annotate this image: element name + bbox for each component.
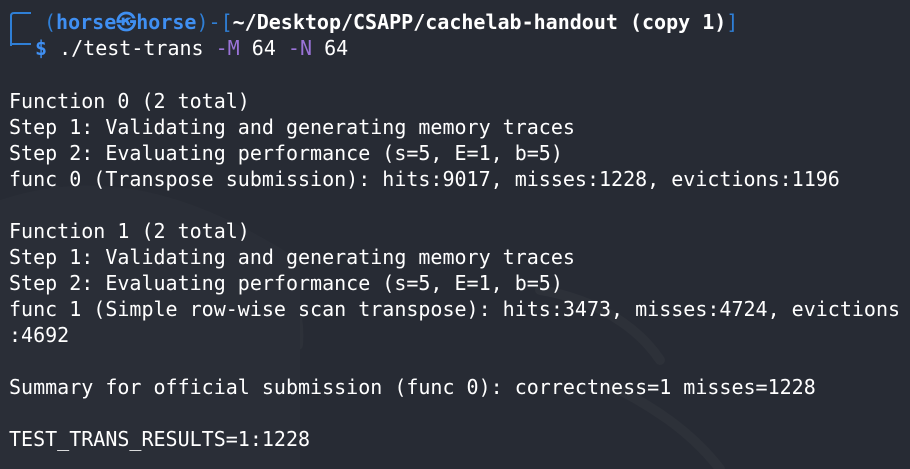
output-line: TEST_TRANS_RESULTS=1:1228 (9, 427, 311, 451)
prompt-command-line[interactable]: $ ./test-trans -M 64 -N 64 (35, 35, 348, 61)
command-value-n: 64 (324, 36, 349, 60)
prompt-close-bracket: ] (726, 10, 739, 34)
command-name: ./test-trans (59, 36, 204, 60)
command-flag-m: -M (215, 36, 240, 60)
prompt-user: horse (56, 10, 117, 34)
output-line: Step 1: Validating and generating memory… (9, 245, 575, 269)
output-line: Summary for official submission (func 0)… (9, 375, 816, 399)
output-line: Step 2: Evaluating performance (s=5, E=1… (9, 141, 563, 165)
output-line: Function 1 (2 total) (9, 219, 250, 243)
command-flag-n: -N (287, 36, 313, 60)
prompt-host: horse (136, 10, 197, 34)
output-line: func 0 (Transpose submission): hits:9017… (9, 167, 840, 191)
output-line: Step 1: Validating and generating memory… (9, 115, 575, 139)
output-line: :4692 (9, 323, 70, 347)
command-value-m: 64 (251, 36, 276, 60)
prompt-close-paren: )-[ (196, 10, 233, 34)
kali-skull-icon: ㉿ (116, 10, 137, 34)
output-line: Function 0 (2 total) (9, 89, 250, 113)
prompt-frame-connector (10, 12, 31, 46)
prompt-symbol: $ (35, 36, 48, 60)
output-line: func 1 (Simple row-wise scan transpose):… (9, 297, 901, 321)
prompt-header: (horse㉿horse)-[~/Desktop/CSAPP/cachelab-… (44, 9, 738, 35)
terminal-window[interactable]: (horse㉿horse)-[~/Desktop/CSAPP/cachelab-… (0, 0, 910, 469)
output-line: Step 2: Evaluating performance (s=5, E=1… (9, 271, 563, 295)
prompt-open-paren: ( (44, 10, 57, 34)
prompt-path: ~/Desktop/CSAPP/cachelab-handout (copy 1… (232, 10, 727, 34)
